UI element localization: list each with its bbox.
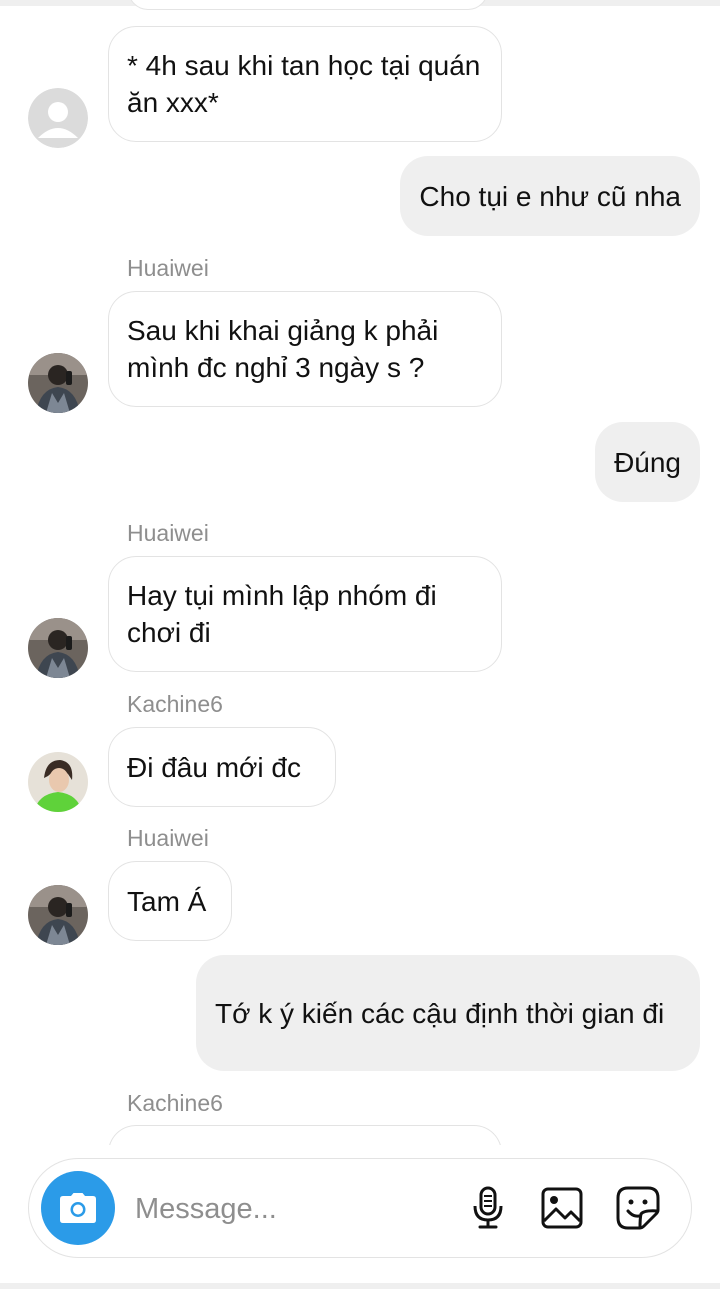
message-bubble-incoming[interactable]: Tam Á	[108, 861, 232, 941]
message-bubble-incoming[interactable]	[108, 1125, 502, 1145]
message-text: * 4h sau khi tan học tại quán ăn xxx*	[127, 50, 481, 118]
avatar-huaiwei[interactable]	[28, 618, 88, 678]
message-bubble-incoming[interactable]: Sau khi khai giảng k phải mình đc nghỉ 3…	[108, 291, 502, 407]
sticker-icon	[616, 1186, 660, 1230]
sender-name: Kachine6	[127, 691, 223, 717]
sender-name: Huaiwei	[127, 520, 209, 546]
sticker-button[interactable]	[615, 1185, 661, 1231]
message-text: Đi đâu mới đc	[127, 751, 301, 783]
gallery-button[interactable]	[539, 1185, 585, 1231]
microphone-button[interactable]	[465, 1185, 511, 1231]
previous-message-bubble	[128, 0, 488, 10]
sender-name: Kachine6	[127, 1090, 223, 1116]
message-bubble-outgoing[interactable]: Tớ k ý kiến các cậu định thời gian đi	[196, 955, 700, 1071]
message-text: Sau khi khai giảng k phải mình đc nghỉ 3…	[127, 315, 439, 383]
message-input[interactable]	[135, 1187, 455, 1231]
message-list[interactable]: * 4h sau khi tan học tại quán ăn xxx* Ch…	[0, 0, 720, 1145]
message-bubble-outgoing[interactable]: Cho tụi e như cũ nha	[400, 156, 700, 236]
message-bubble-incoming[interactable]: * 4h sau khi tan học tại quán ăn xxx*	[108, 26, 502, 142]
message-bubble-incoming[interactable]: Đi đâu mới đc	[108, 727, 336, 807]
avatar-default[interactable]	[28, 88, 88, 148]
sender-name: Huaiwei	[127, 825, 209, 851]
image-icon	[541, 1187, 583, 1229]
sender-name: Huaiwei	[127, 255, 209, 281]
message-text: Tam Á	[127, 885, 207, 917]
message-text: Cho tụi e như cũ nha	[419, 180, 681, 212]
avatar-huaiwei[interactable]	[28, 885, 88, 945]
avatar-huaiwei[interactable]	[28, 353, 88, 413]
avatar-kachine6[interactable]	[28, 752, 88, 812]
bottom-divider	[0, 1283, 720, 1289]
message-composer	[28, 1158, 692, 1258]
message-bubble-outgoing[interactable]: Đúng	[595, 422, 700, 502]
chat-screen: * 4h sau khi tan học tại quán ăn xxx* Ch…	[0, 0, 720, 1289]
microphone-icon	[473, 1186, 503, 1229]
camera-icon	[60, 1193, 96, 1223]
message-text: Tớ k ý kiến các cậu định thời gian đi	[215, 997, 665, 1029]
message-bubble-incoming[interactable]: Hay tụi mình lập nhóm đi chơi đi	[108, 556, 502, 672]
message-text: Hay tụi mình lập nhóm đi chơi đi	[127, 580, 437, 648]
message-text: Đúng	[614, 446, 681, 478]
camera-button[interactable]	[41, 1171, 115, 1245]
